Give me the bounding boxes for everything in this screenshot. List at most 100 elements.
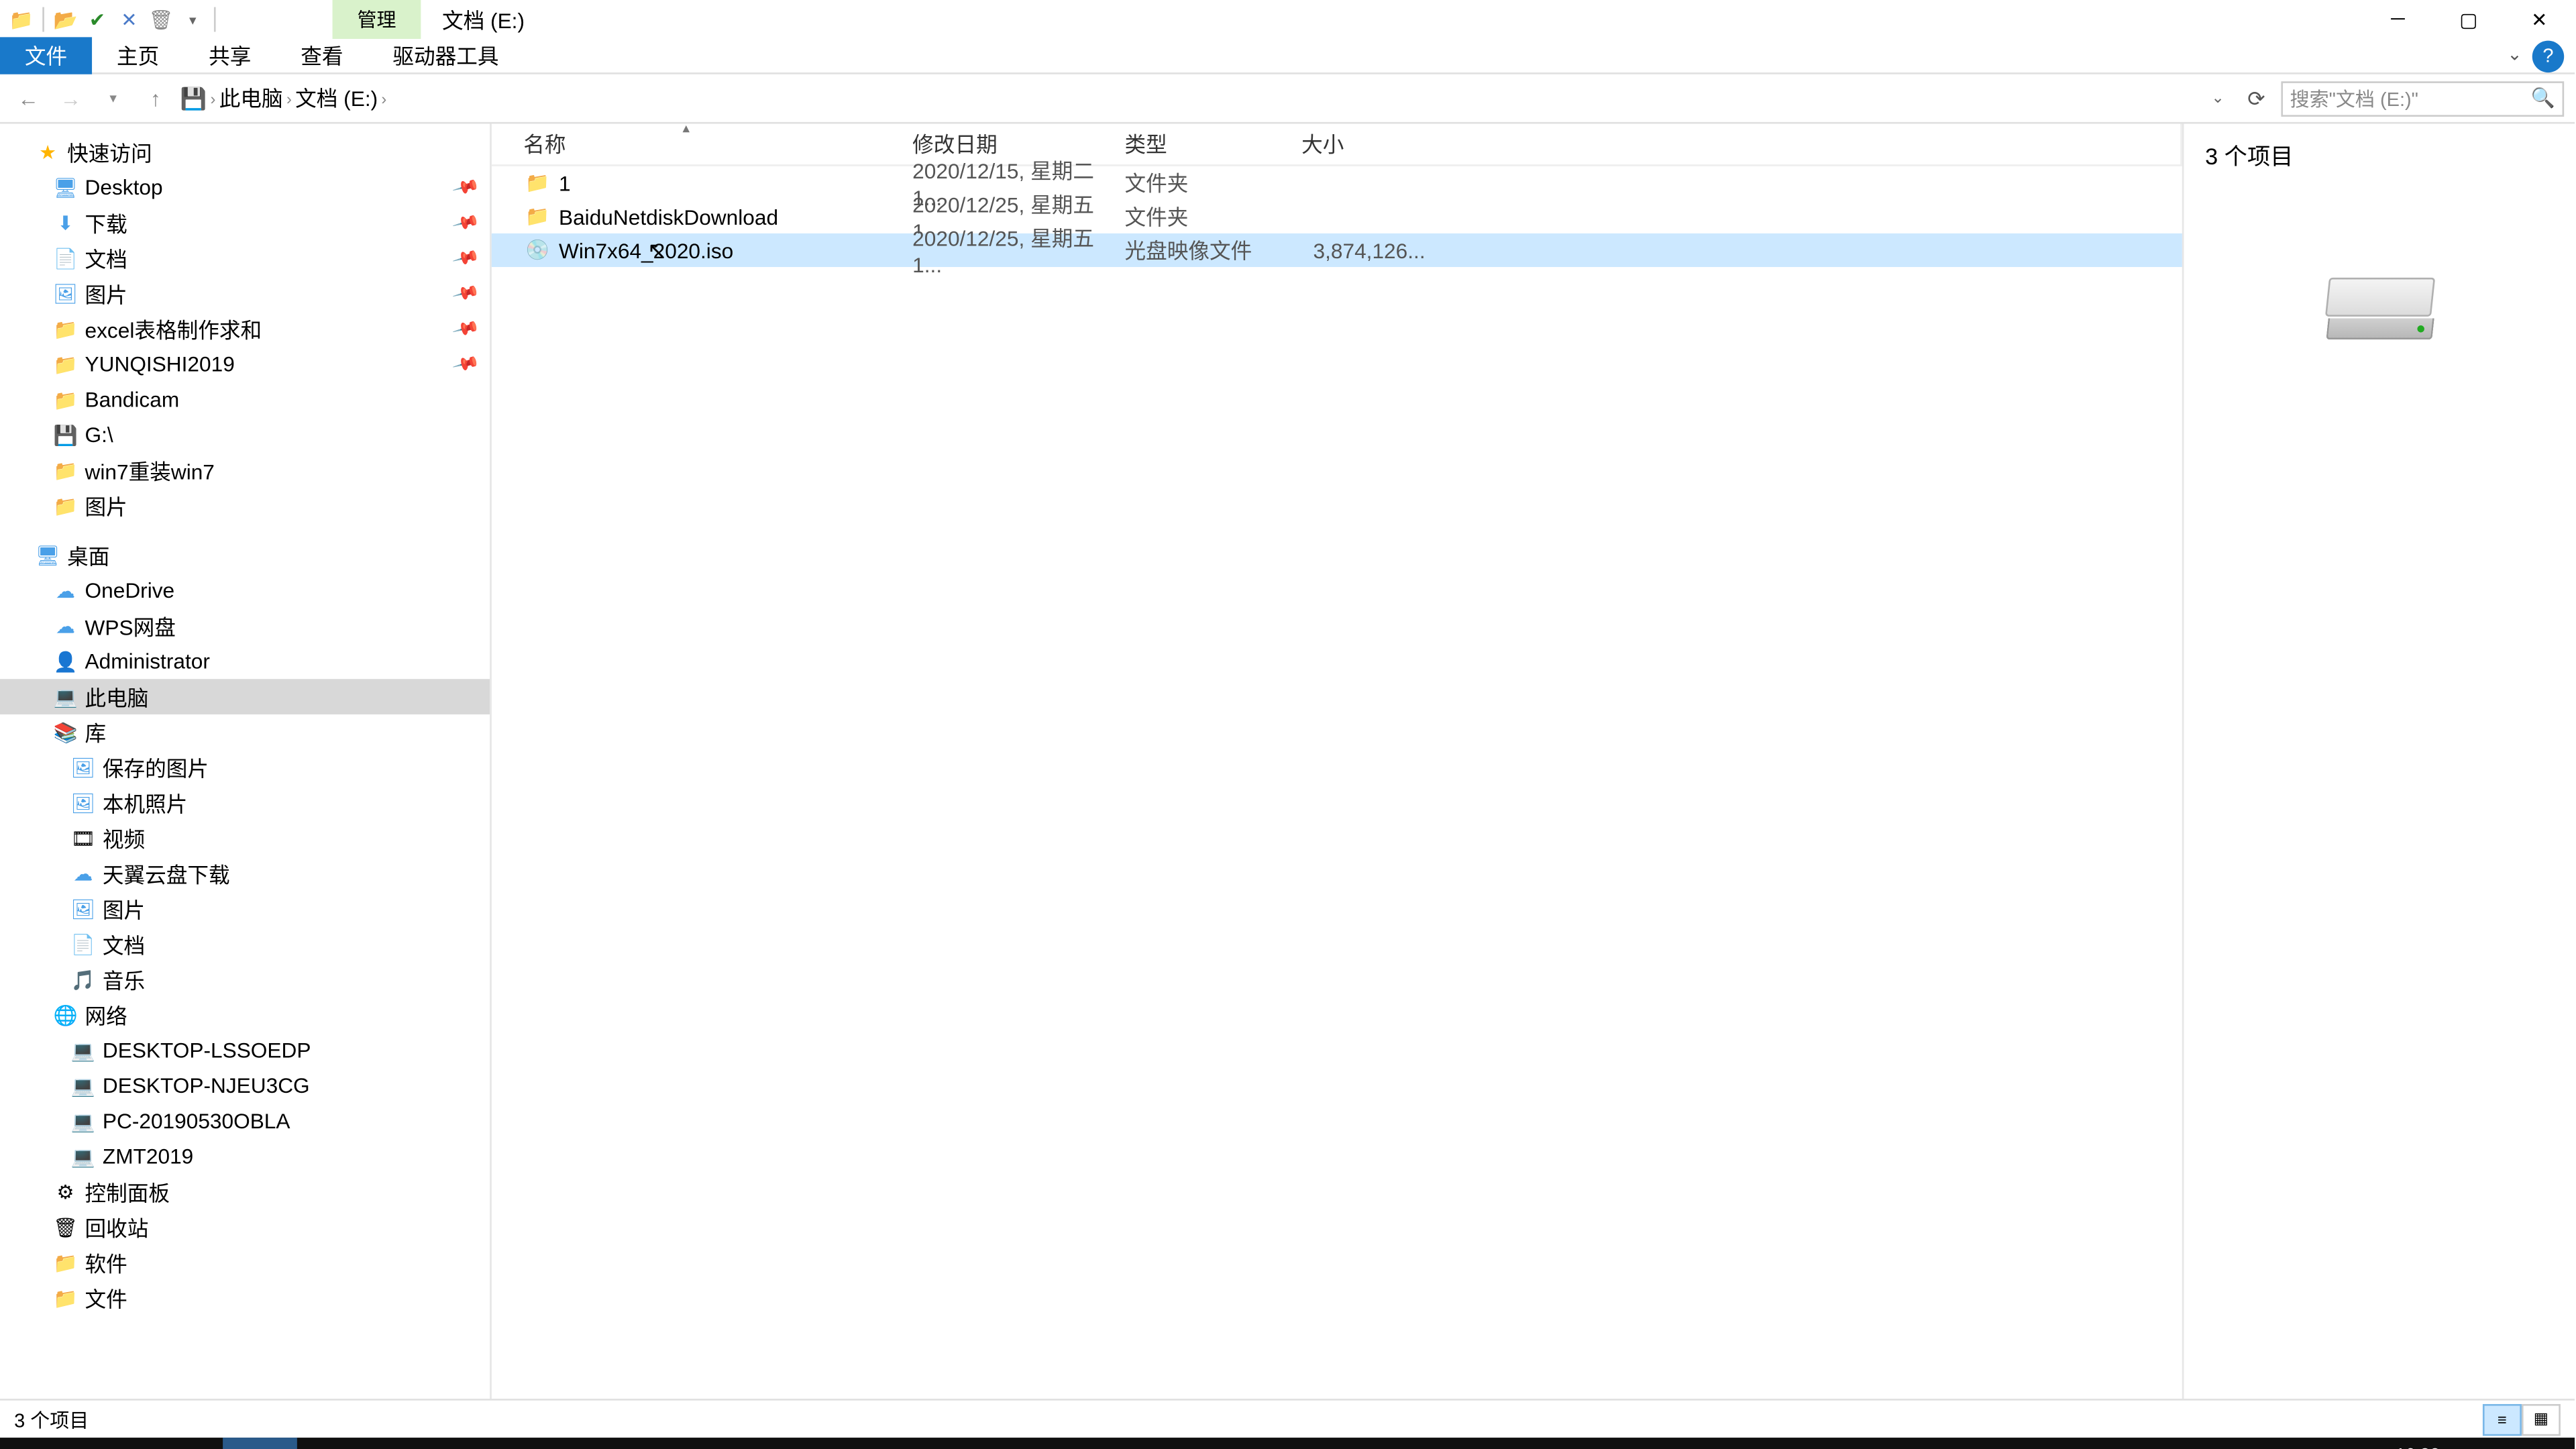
- video-icon: 🎞: [70, 826, 95, 851]
- search-input[interactable]: 搜索"文档 (E:)" 🔍: [2281, 80, 2564, 116]
- column-name[interactable]: 名称▴: [523, 129, 912, 159]
- pin-icon: 📌: [450, 280, 479, 308]
- tree-item[interactable]: 📁Bandicam: [0, 382, 490, 417]
- music-icon: 🎵: [70, 967, 95, 992]
- pictures-icon: 🖼: [53, 281, 78, 306]
- file-list[interactable]: 名称▴ 修改日期 类型 大小 📁 1 2020/12/15, 星期二 1... …: [492, 124, 2182, 1399]
- pin-icon: 📌: [450, 209, 479, 237]
- tree-this-pc[interactable]: 💻此电脑: [0, 679, 490, 714]
- clock[interactable]: 16:322020/12/25, 星期五: [2331, 1446, 2504, 1449]
- column-headers: 名称▴ 修改日期 类型 大小: [492, 124, 2182, 166]
- tree-item[interactable]: 🖼图片: [0, 892, 490, 927]
- tree-item[interactable]: 📄文档📌: [0, 240, 490, 276]
- control-panel-icon: ⚙: [53, 1179, 78, 1204]
- tree-item[interactable]: 📁YUNQISHI2019📌: [0, 347, 490, 382]
- column-date[interactable]: 修改日期: [912, 129, 1124, 159]
- help-icon[interactable]: ?: [2532, 40, 2564, 71]
- task-view-button[interactable]: ⧉: [148, 1438, 223, 1449]
- refresh-button[interactable]: ⟳: [2239, 86, 2274, 111]
- breadcrumb-drive[interactable]: 文档 (E:): [295, 83, 378, 113]
- tree-item[interactable]: 💻ZMT2019: [0, 1139, 490, 1175]
- qat-properties-icon[interactable]: 📂: [51, 5, 79, 34]
- search-button[interactable]: 🔍: [74, 1438, 149, 1449]
- search-placeholder: 搜索"文档 (E:)": [2290, 84, 2418, 112]
- folder-icon: 📁: [53, 317, 78, 341]
- qat-close-icon[interactable]: ✕: [115, 5, 143, 34]
- tree-item[interactable]: 💻PC-20190530OBLA: [0, 1104, 490, 1139]
- tree-desktop[interactable]: 🖥桌面: [0, 537, 490, 573]
- recycle-icon: 🗑: [53, 1215, 78, 1240]
- folder-icon: 📁: [53, 493, 78, 518]
- tree-control-panel[interactable]: ⚙控制面板: [0, 1174, 490, 1210]
- qat-delete-icon[interactable]: 🗑: [147, 5, 175, 34]
- tree-item[interactable]: 📁excel表格制作求和📌: [0, 311, 490, 347]
- pin-icon: 📌: [450, 174, 479, 202]
- ribbon-tab-file[interactable]: 文件: [0, 37, 92, 74]
- tree-item[interactable]: 📁win7重装win7: [0, 453, 490, 488]
- tree-item[interactable]: 💻DESKTOP-NJEU3CG: [0, 1068, 490, 1104]
- ribbon-tab-home[interactable]: 主页: [92, 37, 184, 74]
- column-size[interactable]: 大小: [1301, 129, 1426, 159]
- chevron-right-icon[interactable]: ›: [211, 89, 216, 107]
- tree-item[interactable]: ⬇下载📌: [0, 205, 490, 241]
- tree-item[interactable]: 📁文件: [0, 1280, 490, 1316]
- app-icon: 📁: [7, 5, 36, 34]
- folder-icon: 📁: [523, 205, 551, 228]
- pin-icon: 📌: [450, 244, 479, 272]
- tree-item[interactable]: ☁OneDrive: [0, 573, 490, 608]
- file-row[interactable]: 📁 BaiduNetdiskDownload 2020/12/25, 星期五 1…: [492, 200, 2182, 233]
- tree-item[interactable]: ☁WPS网盘: [0, 608, 490, 644]
- view-thumbnails-button[interactable]: ▦: [2522, 1403, 2561, 1435]
- close-button[interactable]: ✕: [2504, 0, 2575, 39]
- tree-item[interactable]: 👤Administrator: [0, 644, 490, 680]
- qat-check-icon[interactable]: ✔: [83, 5, 111, 34]
- explorer-taskbar-button[interactable]: 📁: [223, 1438, 297, 1449]
- status-bar: 3 个项目 ≡ ▦: [0, 1399, 2575, 1438]
- nav-forward-button[interactable]: →: [53, 86, 89, 111]
- tree-item[interactable]: 🎞视频: [0, 820, 490, 856]
- qat-dropdown-icon[interactable]: ▾: [178, 5, 207, 34]
- nav-back-button[interactable]: ←: [11, 86, 46, 111]
- tree-network[interactable]: 🌐网络: [0, 998, 490, 1033]
- title-bar: 📁 📂 ✔ ✕ 🗑 ▾ 管理 文档 (E:) ─ ▢ ✕: [0, 0, 2575, 39]
- tree-item[interactable]: ☁天翼云盘下载: [0, 856, 490, 892]
- minimize-button[interactable]: ─: [2363, 0, 2433, 39]
- chevron-right-icon[interactable]: ›: [381, 89, 386, 107]
- tree-item[interactable]: 💻DESKTOP-LSSOEDP: [0, 1032, 490, 1068]
- file-row-selected[interactable]: 💿 Win7x64_2020.iso 2020/12/25, 星期五 1... …: [492, 233, 2182, 267]
- tree-item[interactable]: 🖼保存的图片: [0, 750, 490, 786]
- ribbon-tab-share[interactable]: 共享: [184, 37, 276, 74]
- breadcrumb-dropdown-icon[interactable]: ⌄: [2211, 89, 2224, 108]
- ribbon-tab-view[interactable]: 查看: [276, 37, 368, 74]
- tree-quick-access[interactable]: ★快速访问: [0, 134, 490, 170]
- notification-button[interactable]: 💬3: [2522, 1445, 2564, 1449]
- maximize-button[interactable]: ▢: [2433, 0, 2504, 39]
- nav-up-button[interactable]: ↑: [138, 86, 174, 111]
- tree-libraries[interactable]: 📚库: [0, 714, 490, 750]
- breadcrumb-this-pc[interactable]: 此电脑: [219, 83, 283, 113]
- tree-item[interactable]: 📁图片: [0, 488, 490, 524]
- tree-item[interactable]: 📁软件: [0, 1245, 490, 1281]
- tree-item[interactable]: 💾G:\: [0, 417, 490, 453]
- nav-recent-dropdown[interactable]: ▾: [95, 90, 131, 106]
- tree-item[interactable]: 🖼图片📌: [0, 276, 490, 311]
- view-details-button[interactable]: ≡: [2483, 1403, 2522, 1435]
- download-icon: ⬇: [53, 211, 78, 235]
- tree-item[interactable]: 📄文档: [0, 926, 490, 962]
- start-button[interactable]: [0, 1438, 74, 1449]
- tree-item[interactable]: 🖥Desktop📌: [0, 170, 490, 205]
- file-row[interactable]: 📁 1 2020/12/15, 星期二 1... 文件夹: [492, 166, 2182, 200]
- column-type[interactable]: 类型: [1124, 129, 1301, 159]
- status-item-count: 3 个项目: [14, 1405, 89, 1433]
- breadcrumb[interactable]: 💾 › 此电脑 › 文档 (E:) › ⌄: [180, 83, 2232, 113]
- drive-icon: 💾: [53, 423, 78, 447]
- tree-item[interactable]: 🖼本机照片: [0, 785, 490, 820]
- tree-item[interactable]: 🎵音乐: [0, 962, 490, 998]
- navigation-tree[interactable]: ★快速访问 🖥Desktop📌 ⬇下载📌 📄文档📌 🖼图片📌 📁excel表格制…: [0, 124, 492, 1399]
- ribbon-expand-icon[interactable]: ⌄: [2497, 46, 2532, 66]
- chevron-right-icon[interactable]: ›: [286, 89, 292, 107]
- search-icon[interactable]: 🔍: [2531, 87, 2555, 109]
- tree-recycle-bin[interactable]: 🗑回收站: [0, 1210, 490, 1245]
- ribbon-tab-drive-tools[interactable]: 驱动器工具: [368, 37, 523, 74]
- folder-icon: 📁: [53, 387, 78, 412]
